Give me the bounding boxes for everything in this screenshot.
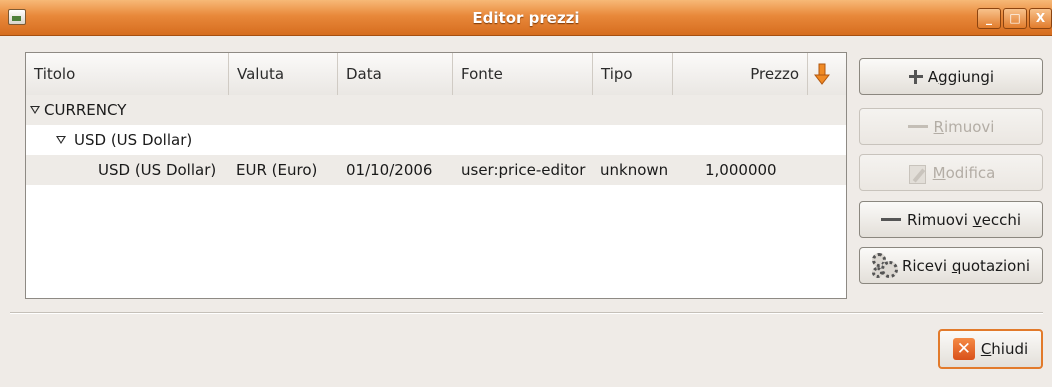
gears-icon: [871, 252, 898, 279]
column-header-fonte[interactable]: Fonte: [453, 53, 593, 95]
expander-arrow-icon[interactable]: [56, 136, 66, 144]
edit-icon: [907, 162, 929, 184]
list-header: Titolo Valuta Data Fonte Tipo Prezzo: [26, 53, 846, 96]
close-button-label: Chiudi: [980, 340, 1029, 358]
cell-prezzo: 1,000000: [705, 161, 777, 179]
plus-icon: [908, 69, 924, 85]
sort-descending-arrow-icon: [814, 63, 830, 85]
tree-row-commodity[interactable]: USD (US Dollar): [26, 125, 846, 155]
column-header-data[interactable]: Data: [338, 53, 453, 95]
cell-data: 01/10/2006: [346, 161, 433, 179]
commodity-label: USD (US Dollar): [74, 131, 193, 149]
close-x-icon: ✕: [952, 338, 975, 360]
get-quotes-button[interactable]: Ricevi quotazioni: [859, 247, 1043, 284]
table-row[interactable]: USD (US Dollar) EUR (Euro) 01/10/2006 us…: [26, 155, 846, 185]
column-header-tipo[interactable]: Tipo: [593, 53, 673, 95]
separator: [10, 312, 1043, 314]
column-header-sort[interactable]: [808, 53, 846, 95]
price-editor-window: Editor prezzi _ □ X Titolo Valuta Data F…: [0, 0, 1052, 387]
expander-arrow-icon[interactable]: [30, 106, 40, 114]
minus-icon: [907, 125, 928, 128]
window-title: Editor prezzi: [472, 9, 580, 27]
close-window-button[interactable]: X: [1029, 8, 1052, 29]
add-button-label: Aggiungi: [927, 67, 995, 86]
column-header-valuta[interactable]: Valuta: [229, 53, 338, 95]
cell-fonte: user:price-editor: [461, 161, 586, 179]
get-quotes-button-label: Ricevi quotazioni: [901, 256, 1031, 275]
column-header-prezzo[interactable]: Prezzo: [673, 53, 808, 95]
column-header-titolo[interactable]: Titolo: [26, 53, 229, 95]
minimize-button[interactable]: _: [977, 8, 1001, 29]
namespace-label: CURRENCY: [44, 101, 127, 119]
add-button[interactable]: Aggiungi: [859, 58, 1043, 95]
title-bar[interactable]: Editor prezzi _ □ X: [0, 0, 1052, 36]
minus-icon: [881, 218, 901, 221]
remove-old-button[interactable]: Rimuovi vecchi: [859, 201, 1043, 238]
remove-old-button-label: Rimuovi vecchi: [907, 210, 1021, 229]
tree-row-namespace[interactable]: CURRENCY: [26, 95, 846, 125]
cell-valuta: EUR (Euro): [236, 161, 318, 179]
cell-tipo: unknown: [600, 161, 669, 179]
remove-button-label: Rimuovi: [933, 117, 995, 136]
price-list[interactable]: Titolo Valuta Data Fonte Tipo Prezzo CUR…: [25, 52, 847, 299]
cell-titolo: USD (US Dollar): [98, 161, 217, 179]
edit-button-label: Modifica: [932, 163, 996, 182]
close-button[interactable]: ✕ Chiudi: [938, 329, 1043, 369]
maximize-button[interactable]: □: [1003, 8, 1027, 29]
remove-button[interactable]: Rimuovi: [859, 108, 1043, 145]
edit-button[interactable]: Modifica: [859, 154, 1043, 191]
